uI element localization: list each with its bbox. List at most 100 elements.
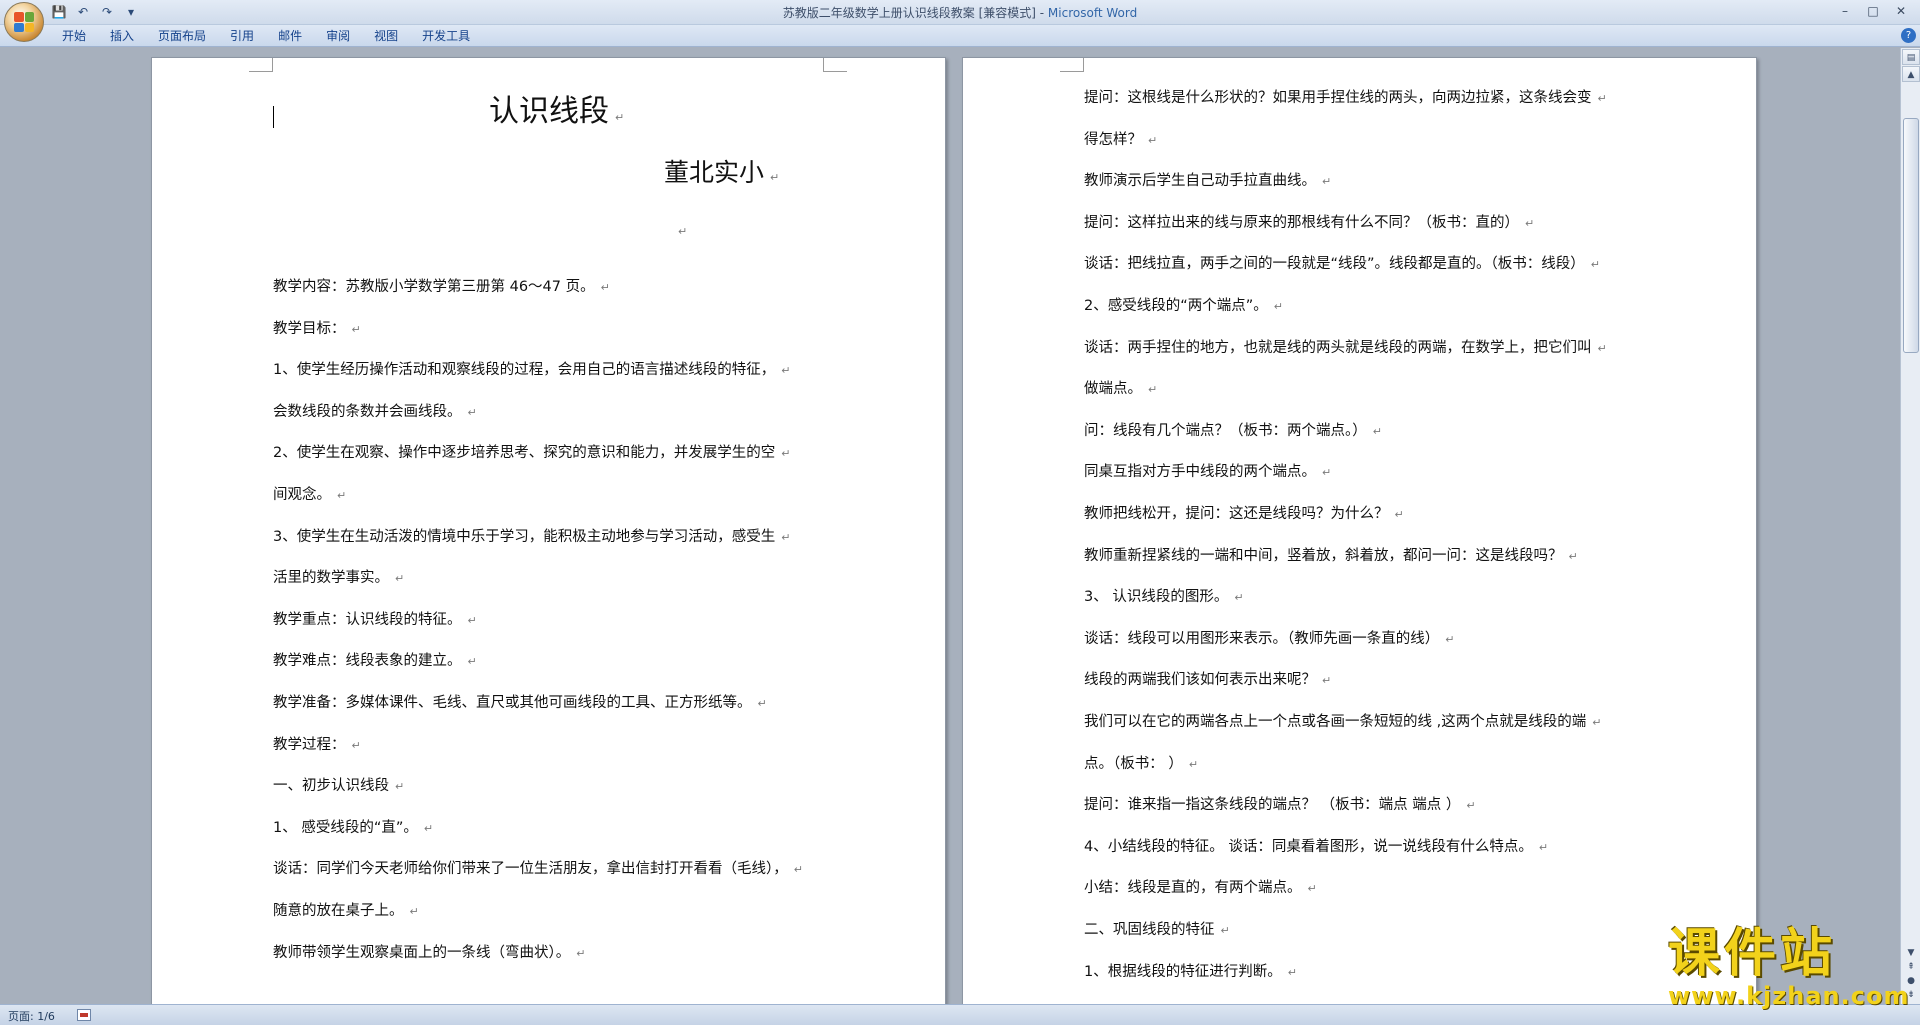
app-name: Microsoft Word [1047,6,1138,20]
paragraph-mark-icon: ↵ [1568,549,1578,563]
paragraph-mark-icon: ↵ [1273,300,1283,313]
paragraph-mark-icon: ↵ [467,655,477,669]
scroll-up-icon[interactable]: ▲ [1902,66,1920,82]
paragraph-mark-icon: ↵ [781,364,791,378]
paragraph-line: 教师重新捏紧线的一端和中间，竖着放，斜着放，都问一问：这是线段吗？ ↵ [1084,544,1578,565]
paragraph-text: 教学目标： [273,320,346,337]
window-controls: – □ ✕ [1832,2,1914,20]
paragraph-line: 一、初步认识线段 ↵ [273,774,404,795]
paragraph-line: 得怎样？ ↵ [1084,128,1157,149]
paragraph-mark-icon: ↵ [1538,840,1549,854]
help-icon[interactable]: ? [1901,28,1916,43]
paragraph-line: 谈话：两手捏住的地方，也就是线的两头就是线段的两端，在数学上，把它们叫 ↵ [1084,336,1607,357]
paragraph-mark-icon: ↵ [1188,757,1199,771]
vertical-scrollbar[interactable]: ▤ ▲ ▼ ⇞ ● ⇟ [1900,48,1920,1004]
paragraph-line: 提问：这样拉出来的线与原来的那根线有什么不同？（板书：直的） ↵ [1084,211,1534,232]
paragraph-mark-icon: ↵ [337,489,347,502]
paragraph-mark-icon: ↵ [1322,674,1332,688]
tab-insert[interactable]: 插入 [98,28,146,45]
previous-page-icon[interactable]: ⇞ [1901,960,1920,974]
paragraph-text: 二、巩固线段的特征 [1084,922,1215,938]
paragraph-mark-icon: ↵ [1322,175,1332,189]
paragraph-text: 1、根据线段的特征进行判断。 [1084,963,1282,980]
tab-view[interactable]: 视图 [362,28,410,45]
close-button[interactable]: ✕ [1888,2,1914,20]
paragraph-text: 随意的放在桌子上。 [273,903,404,919]
tab-review[interactable]: 审阅 [314,28,362,45]
paragraph-text: 小结：线段是直的，有两个端点。 [1084,880,1302,897]
tab-references[interactable]: 引用 [218,28,266,45]
title-bar: 💾 ↶ ↷ ▾ 苏教版二年级数学上册认识线段教案 [兼容模式] - Micros… [0,0,1920,42]
paragraph-mark-icon: ↵ [351,738,361,752]
paragraph-text: 教学内容：苏教版小学数学第三册第 46～47 页。 [273,279,595,295]
document-area[interactable]: 认识线段 ↵ 董北实小 ↵ ↵ 教学内容：苏教版小学数学第三册第 46～47 页。 ↵… [0,48,1900,1004]
paragraph-text: 3、 认识线段的图形。 [1084,589,1229,606]
crop-mark [1060,58,1084,72]
tab-page-layout[interactable]: 页面布局 [146,28,218,45]
paragraph-text: 教学准备：多媒体课件、毛线、直尺或其他可画线段的工具、正方形纸等。 [273,695,752,711]
paragraph-mark-icon: ↵ [1445,632,1455,646]
paragraph-text: 3、使学生在生动活泼的情境中乐于学习，能积极主动地参与学习活动，感受生 [273,528,776,545]
tab-mailings[interactable]: 邮件 [266,28,314,45]
paragraph-line: 教师演示后学生自己动手拉直曲线。 ↵ [1084,169,1331,190]
ribbon-tabs: 开始 插入 页面布局 引用 邮件 审阅 视图 开发工具 [50,28,482,45]
document-page-1[interactable]: 认识线段 ↵ 董北实小 ↵ ↵ 教学内容：苏教版小学数学第三册第 46～47 页。 ↵… [151,57,946,1004]
paragraph-mark-icon: ↵ [1466,799,1476,813]
paragraph-text: 提问：这根线是什么形状的？如果用手捏住线的两头，向两边拉紧，这条线会变 [1084,90,1592,106]
minimize-button[interactable]: – [1832,2,1858,20]
document-title: 苏教版二年级数学上册认识线段教案 [兼容模式] - [782,6,1048,20]
paragraph-text: 谈话：线段可以用图形来表示。（教师先画一条直的线） [1084,630,1440,647]
window-title: 苏教版二年级数学上册认识线段教案 [兼容模式] - Microsoft Word [0,4,1920,21]
paragraph-line: 活里的数学事实。 ↵ [273,566,404,587]
watermark-logo: 课件站 www.kjzhan.com [1668,924,1910,1010]
paragraph-line: 1、根据线段的特征进行判断。 ↵ [1084,960,1297,981]
paragraph-text: 教师演示后学生自己动手拉直曲线。 [1084,173,1316,190]
paragraph-text: 2、感受线段的“两个端点”。 [1084,298,1268,314]
paragraph-line: 点。（板书： ） ↵ [1084,752,1198,773]
tab-home[interactable]: 开始 [50,28,98,45]
paragraph-text: 1、使学生经历操作活动和观察线段的过程，会用自己的语言描述线段的特征， [273,362,776,379]
paragraph-text: 问：线段有几个端点？（板书：两个端点。） [1084,422,1367,439]
paragraph-line: 会数线段的条数并会画线段。 ↵ [273,400,477,421]
paragraph-line: 同桌互指对方手中线段的两个端点。 ↵ [1084,460,1331,481]
document-page-2[interactable]: 提问：这根线是什么形状的？如果用手捏住线的两头，向两边拉紧，这条线会变 ↵ 得怎样？… [962,57,1757,1004]
paragraph-text: 同桌互指对方手中线段的两个端点。 [1084,464,1316,481]
paragraph-line: 教学准备：多媒体课件、毛线、直尺或其他可画线段的工具、正方形纸等。 ↵ [273,691,767,712]
paragraph-mark-icon: ↵ [1525,216,1535,230]
paragraph-text: 会数线段的条数并会画线段。 [273,403,462,420]
paragraph-text: 点。（板书： ） [1084,755,1183,772]
paragraph-line: 谈话：线段可以用图形来表示。（教师先画一条直的线） ↵ [1084,627,1454,648]
scroll-thumb[interactable] [1903,118,1919,353]
paragraph-mark-icon: ↵ [423,821,434,835]
paragraph-mark-icon: ↵ [1148,133,1158,147]
paragraph-line: 随意的放在桌子上。 ↵ [273,899,419,920]
paragraph-text: 谈话：把线拉直，两手之间的一段就是“线段”。线段都是直的。（板书：线段） [1084,256,1585,273]
text-cursor [273,106,274,128]
ruler-toggle-icon[interactable]: ▤ [1902,49,1920,65]
page-count[interactable]: 页面: 1/6 [8,1008,55,1024]
watermark-url: www.kjzhan.com [1668,982,1910,1010]
paragraph-mark-icon: ↵ [757,697,767,710]
proofing-icon[interactable] [77,1009,91,1021]
paragraph-mark-icon: ↵ [781,530,791,544]
paragraph-text: 教学重点：认识线段的特征。 [273,611,462,628]
paragraph-line: 4、小结线段的特征。 谈话：同桌看着图形，说一说线段有什么特点。 ↵ [1084,835,1548,856]
tab-developer[interactable]: 开发工具 [410,28,482,45]
watermark-text: 课件站 [1668,924,1837,984]
paragraph-text: 1、 感受线段的“直”。 [273,819,418,836]
scroll-down-icon[interactable]: ▼ [1901,946,1920,960]
document-title-heading: 认识线段 ↵ [489,94,625,129]
paragraph-text: 一、初步认识线段 [273,778,389,795]
maximize-button[interactable]: □ [1860,2,1886,20]
paragraph-text: 4、小结线段的特征。 谈话：同桌看着图形，说一说线段有什么特点。 [1084,838,1533,855]
office-button[interactable] [4,2,44,42]
crop-mark [823,58,847,72]
paragraph-mark-icon: ↵ [781,447,791,461]
paragraph-text: 2、使学生在观察、操作中逐步培养思考、探究的意识和能力，并发展学生的空 [273,445,776,462]
paragraph-mark-icon: ↵ [1322,466,1332,480]
paragraph-text: 教师带领学生观察桌面上的一条线（弯曲状）。 [273,944,571,961]
paragraph-line: 间观念。 ↵ [273,483,346,504]
paragraph-text: 谈话：同学们今天老师给你们带来了一位生活朋友，拿出信封打开看看（毛线）， [273,861,788,878]
paragraph-mark-icon: ↵ [1220,924,1230,937]
paragraph-line: 2、感受线段的“两个端点”。 ↵ [1084,294,1283,315]
